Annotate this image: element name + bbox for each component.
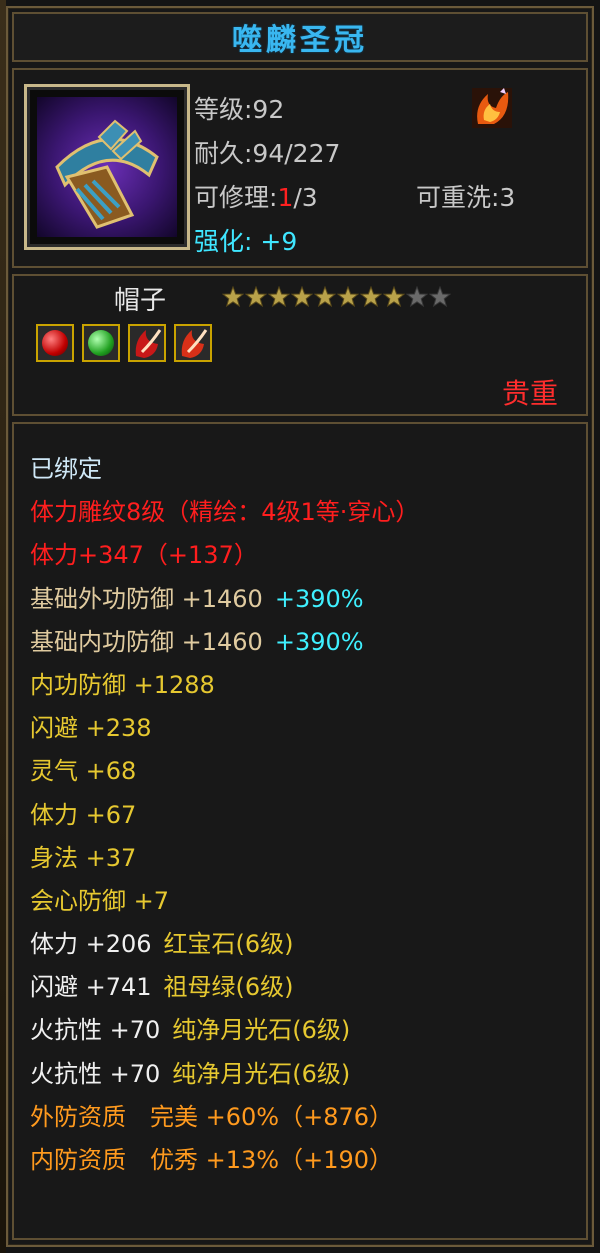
attribute-line: 闪避 +741 祖母绿(6级): [30, 966, 586, 1009]
attribute-text: 体力+347（+137）: [30, 541, 258, 570]
attribute-text: 内防资质 优秀 +13%（+190）: [30, 1146, 393, 1174]
attribute-extra: 纯净月光石(6级): [172, 1016, 351, 1045]
red-flame-gem-icon: [135, 329, 162, 358]
attribute-text: 闪避 +238: [30, 714, 152, 743]
gem-slot-4[interactable]: [174, 324, 212, 362]
attribute-line: 内防资质 优秀 +13%（+190）: [30, 1139, 586, 1182]
attribute-line: 火抗性 +70 纯净月光石(6级): [30, 1053, 586, 1096]
attribute-line: 身法 +37: [30, 837, 586, 880]
star-filled-icon: [291, 286, 313, 308]
flame-badge-icon: [470, 86, 514, 130]
gem-slot-2[interactable]: [82, 324, 120, 362]
item-stats: 等级:92 耐久:94/227 可修理:1/3 可重洗:3 强化: +9: [194, 88, 574, 264]
attribute-text: 灵气 +68: [30, 757, 137, 786]
item-category-panel: 帽子 贵重: [12, 274, 588, 416]
red-gem-icon: [42, 330, 68, 356]
item-category: 帽子: [114, 286, 167, 316]
star-empty-icon: [406, 286, 428, 308]
attribute-text: 火抗性 +70: [30, 1016, 161, 1045]
gem-slot-1[interactable]: [36, 324, 74, 362]
durability-text: 耐久:94/227: [194, 139, 341, 168]
attribute-line: 火抗性 +70 纯净月光石(6级): [30, 1009, 586, 1052]
repair-total: /3: [293, 183, 318, 212]
red-flame-gem-icon: [181, 329, 208, 358]
attribute-extra: 纯净月光石(6级): [172, 1059, 351, 1088]
attribute-extra: 祖母绿(6级): [163, 973, 294, 1002]
crown-icon: [37, 97, 177, 237]
star-filled-icon: [222, 286, 244, 308]
attribute-text: 体力 +206: [30, 930, 152, 959]
item-title: 噬麟圣冠: [232, 23, 368, 58]
gem-slot-3[interactable]: [128, 324, 166, 362]
title-bar: 噬麟圣冠: [12, 12, 588, 62]
attribute-text: 内功防御 +1288: [30, 670, 215, 699]
star-filled-icon: [360, 286, 382, 308]
item-header-panel: 等级:92 耐久:94/227 可修理:1/3 可重洗:3 强化: +9: [12, 68, 588, 268]
attribute-extra: +390%: [274, 584, 364, 613]
repair-row: 可修理:1/3 可重洗:3: [194, 176, 574, 220]
attribute-line: 外防资质 完美 +60%（+876）: [30, 1096, 586, 1139]
attribute-line: 内功防御 +1288: [30, 664, 586, 707]
item-icon-frame: [24, 84, 190, 250]
level-text: 等级:92: [194, 95, 285, 124]
attribute-line: 灵气 +68: [30, 750, 586, 793]
attribute-text: 火抗性 +70: [30, 1059, 161, 1088]
star-empty-icon: [429, 286, 451, 308]
attribute-line: 已绑定: [30, 448, 586, 491]
attribute-text: 基础外功防御 +1460: [30, 584, 263, 613]
repair-label: 可修理:: [194, 183, 278, 212]
attribute-text: 会心防御 +7: [30, 886, 170, 915]
attribute-extra: +390%: [274, 627, 364, 656]
attribute-line: 体力+347（+137）: [30, 534, 586, 577]
attribute-extra: 红宝石(6级): [163, 930, 294, 959]
star-filled-icon: [245, 286, 267, 308]
attribute-text: 体力 +67: [30, 800, 137, 829]
attribute-text: 外防资质 完美 +60%（+876）: [30, 1102, 393, 1131]
attribute-line: 会心防御 +7: [30, 880, 586, 923]
rarity-label: 贵重: [501, 377, 558, 410]
enhance-row: 强化: +9: [194, 220, 574, 264]
star-filled-icon: [268, 286, 290, 308]
attributes-panel: 已绑定体力雕纹8级（精绘：4级1等·穿心） 体力+347（+137） 基础外功防御 …: [12, 422, 588, 1240]
green-gem-icon: [88, 330, 114, 356]
gem-slots: [36, 324, 212, 362]
attribute-line: 体力雕纹8级（精绘：4级1等·穿心）: [30, 491, 586, 534]
star-rating: [222, 286, 451, 308]
attribute-line: 体力 +206 红宝石(6级): [30, 923, 586, 966]
attribute-text: 体力雕纹8级（精绘：4级1等·穿心）: [30, 498, 420, 527]
star-filled-icon: [383, 286, 405, 308]
star-filled-icon: [314, 286, 336, 308]
star-filled-icon: [337, 286, 359, 308]
attribute-line: 体力 +67: [30, 794, 586, 837]
reforge-text: 可重洗:3: [416, 183, 516, 212]
repair-current: 1: [277, 183, 294, 212]
attribute-text: 基础内功防御 +1460: [30, 627, 263, 656]
attribute-line: 基础内功防御 +1460 +390%: [30, 621, 586, 664]
attribute-text: 闪避 +741: [30, 973, 152, 1002]
enhance-label: 强化:: [194, 227, 253, 256]
attribute-text: 已绑定: [30, 455, 102, 483]
attribute-text: 身法 +37: [30, 843, 137, 872]
attribute-list: 已绑定体力雕纹8级（精绘：4级1等·穿心） 体力+347（+137） 基础外功防御 …: [30, 448, 586, 1182]
attribute-line: 基础外功防御 +1460 +390%: [30, 578, 586, 621]
attribute-line: 闪避 +238: [30, 707, 586, 750]
enhance-value: +9: [260, 227, 298, 256]
